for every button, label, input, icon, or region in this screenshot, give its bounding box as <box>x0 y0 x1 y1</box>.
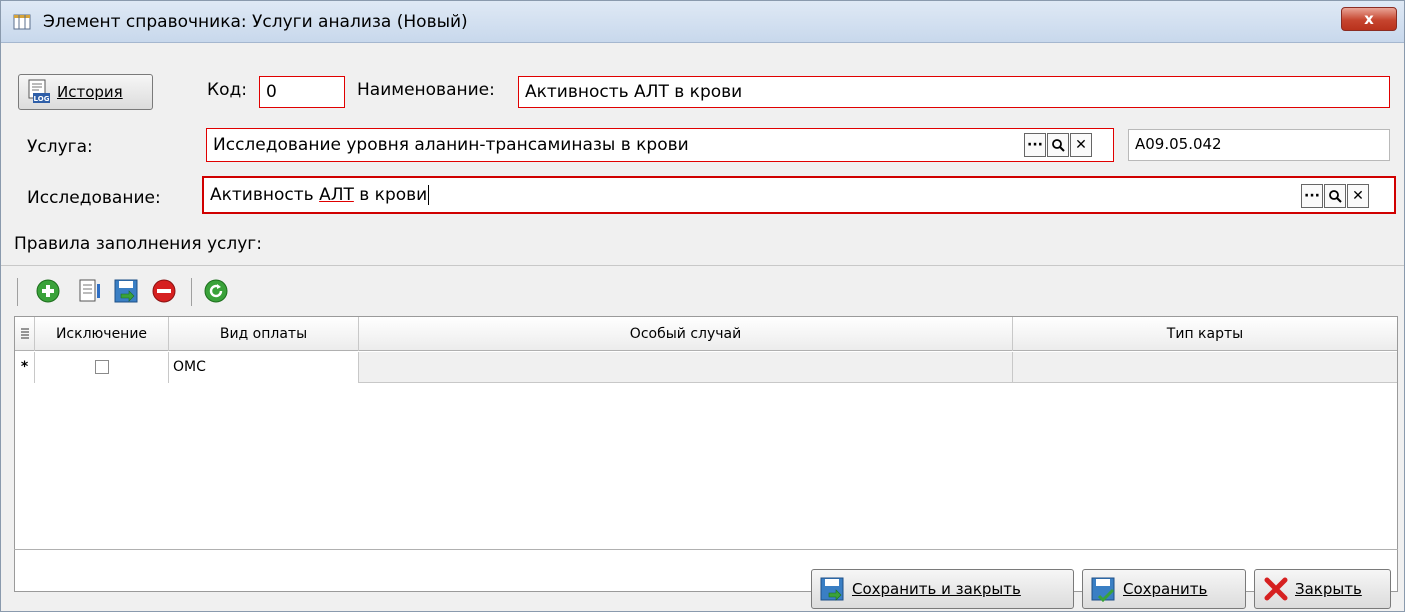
rules-toolbar <box>1 265 1404 315</box>
close-button[interactable]: Закрыть <box>1254 569 1391 609</box>
save-button[interactable]: Сохранить <box>1082 569 1246 609</box>
column-header-card-type[interactable]: Тип карты <box>1013 317 1397 351</box>
new-row-marker-icon: * <box>15 352 35 383</box>
table-row[interactable]: * ОМС <box>15 352 1397 383</box>
code-input[interactable]: 0 <box>259 76 345 108</box>
save-and-close-label: Сохранить и закрыть <box>852 580 1021 598</box>
add-icon[interactable] <box>35 278 61 304</box>
research-browse-button[interactable]: ··· <box>1301 184 1323 208</box>
delete-icon[interactable] <box>151 278 177 304</box>
search-icon <box>1052 139 1065 152</box>
research-value-underlined: АЛТ <box>319 185 354 205</box>
close-icon: x <box>1364 10 1374 28</box>
code-label: Код: <box>207 80 247 100</box>
close-icon <box>1264 577 1288 601</box>
refresh-icon[interactable] <box>203 278 229 304</box>
grid-header: Исключение Вид оплаты Особый случай Тип … <box>15 317 1397 351</box>
toolbar-separator <box>17 278 18 306</box>
research-label: Исследование: <box>27 188 161 208</box>
window-title: Элемент справочника: Услуги анализа (Нов… <box>43 12 468 32</box>
exclusion-cell <box>35 352 169 383</box>
log-icon: LOG <box>28 79 50 103</box>
column-header-special-case[interactable]: Особый случай <box>359 317 1013 351</box>
column-header-payment-type[interactable]: Вид оплаты <box>169 317 359 351</box>
column-chooser-icon[interactable] <box>15 317 35 351</box>
dialog-footer: Сохранить и закрыть Сохранить Закрыть <box>1 549 1404 611</box>
name-input[interactable]: Активность АЛТ в крови <box>518 76 1390 108</box>
research-search-button[interactable] <box>1324 184 1346 208</box>
dialog-window: Элемент справочника: Услуги анализа (Нов… <box>0 0 1405 612</box>
text-caret <box>428 185 430 205</box>
clear-icon: ✕ <box>1352 188 1364 204</box>
rules-section-label: Правила заполнения услуг: <box>14 234 262 254</box>
search-icon <box>1329 190 1342 203</box>
service-browse-button[interactable]: ··· <box>1024 133 1046 157</box>
research-value-suffix: в крови <box>353 185 428 205</box>
service-code-input[interactable]: A09.05.042 <box>1128 129 1390 161</box>
clear-icon: ✕ <box>1075 137 1087 153</box>
research-clear-button[interactable]: ✕ <box>1347 184 1369 208</box>
dialog-content: LOG История Код: 0 Наименование: Активно… <box>1 44 1404 611</box>
service-clear-button[interactable]: ✕ <box>1070 133 1092 157</box>
name-label: Наименование: <box>357 80 495 100</box>
history-button-label: История <box>57 83 123 101</box>
column-header-exclusion[interactable]: Исключение <box>35 317 169 351</box>
save-icon <box>1091 577 1115 602</box>
card-type-cell[interactable] <box>1013 352 1397 383</box>
payment-type-cell[interactable]: ОМС <box>169 352 359 383</box>
table-icon <box>13 14 31 30</box>
toolbar-separator <box>191 278 192 306</box>
service-label: Услуга: <box>27 137 93 157</box>
exclusion-checkbox[interactable] <box>95 360 109 374</box>
window-close-button[interactable]: x <box>1341 7 1397 31</box>
title-bar[interactable]: Элемент справочника: Услуги анализа (Нов… <box>1 1 1404 43</box>
close-button-label: Закрыть <box>1295 580 1362 598</box>
special-case-cell[interactable] <box>359 352 1013 383</box>
history-button[interactable]: LOG История <box>18 74 153 110</box>
footer-divider <box>14 549 1398 550</box>
save-close-icon <box>820 577 844 601</box>
save-and-close-button[interactable]: Сохранить и закрыть <box>811 569 1074 609</box>
service-search-button[interactable] <box>1047 133 1069 157</box>
edit-icon[interactable] <box>77 278 103 304</box>
ellipsis-icon: ··· <box>1027 137 1043 153</box>
service-input[interactable]: Исследование уровня аланин-трансаминазы … <box>206 128 1114 162</box>
research-input[interactable]: Активность АЛТ в крови <box>202 176 1396 214</box>
svg-text:LOG: LOG <box>34 95 50 103</box>
save-icon[interactable] <box>113 278 139 304</box>
research-value-prefix: Активность <box>210 185 320 205</box>
save-button-label: Сохранить <box>1123 580 1208 598</box>
ellipsis-icon: ··· <box>1304 188 1320 204</box>
